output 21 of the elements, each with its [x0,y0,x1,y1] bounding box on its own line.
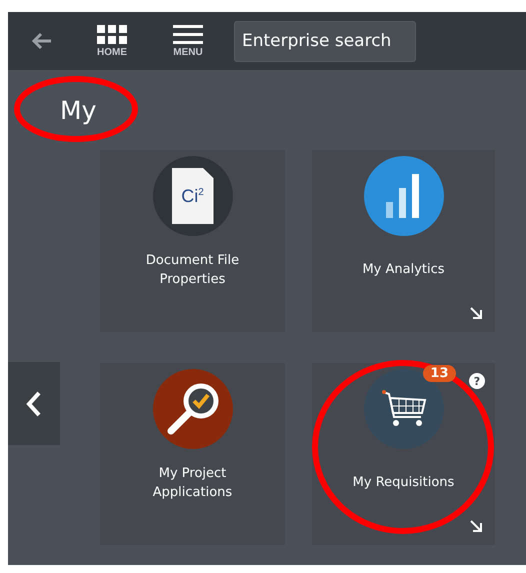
app-tile[interactable]: My Analytics [312,150,495,332]
menu-button[interactable]: MENU [158,24,218,58]
previous-button[interactable] [8,362,60,445]
home-button[interactable]: HOME [82,24,142,58]
tile-label: My Requisitions [352,474,456,492]
page-title: My [60,96,96,124]
tile-label: Document File Properties [144,252,240,289]
cart-icon [380,389,426,429]
chevron-left-icon [26,390,42,416]
back-arrow-icon [31,32,53,50]
tile-label: My Analytics [361,261,446,280]
search-field[interactable]: Enterprise search [234,20,416,62]
app-tile[interactable]: Ci$^{2}$ Document File Properties [100,150,285,332]
tile-label: My Project Applications [152,464,234,502]
menu-icon [173,24,203,44]
grid-icon [97,24,127,44]
document-icon-text: Ci$^{2}$ [181,186,204,206]
app-tile[interactable]: 13 My Requisitions ? [312,363,495,545]
help-icon[interactable]: ? [469,373,485,389]
app-tile[interactable]: My Project Applications [100,363,285,545]
count-badge: 13 [423,365,456,382]
